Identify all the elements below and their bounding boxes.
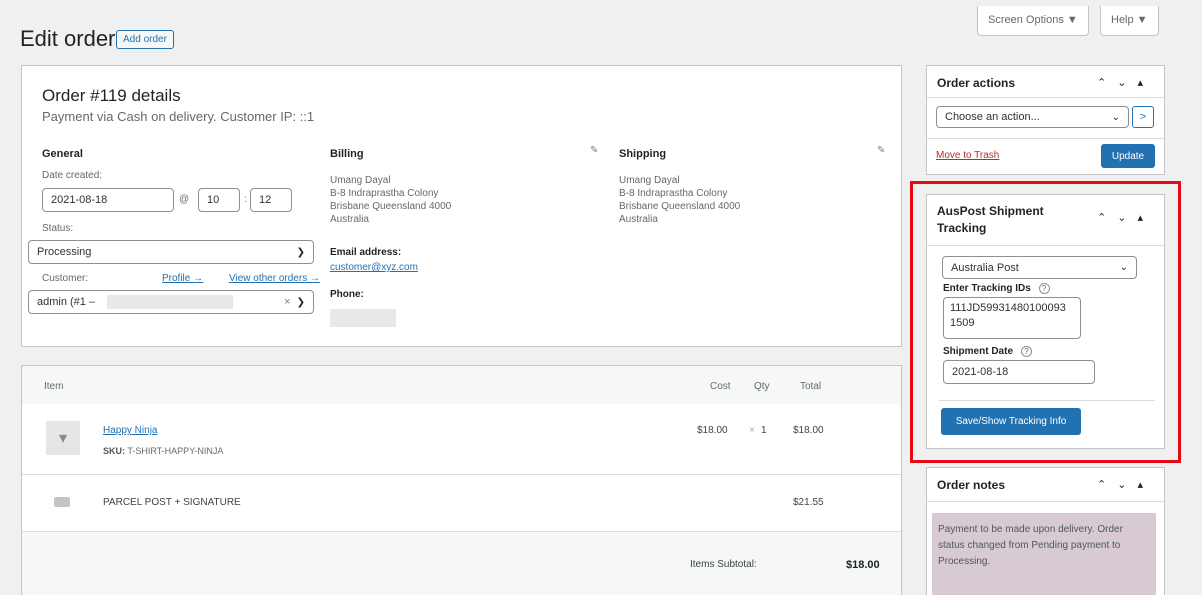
order-items-panel: Item Cost Qty Total ▾ Happy Ninja SKU: T…: [21, 365, 902, 595]
date-created-input[interactable]: 2021-08-18: [42, 188, 174, 212]
update-button[interactable]: Update: [1101, 144, 1155, 168]
carrier-select[interactable]: Australia Post ⌄: [942, 256, 1137, 279]
move-to-trash-link[interactable]: Move to Trash: [936, 150, 999, 161]
product-qty: 1: [761, 425, 767, 436]
order-actions-title: Order actions: [937, 76, 1016, 90]
hour-input[interactable]: 10: [198, 188, 240, 212]
col-cost: Cost: [710, 381, 731, 392]
auspost-title: AusPost Shipment Tracking: [937, 204, 1044, 235]
auspost-tracking-box: AusPost Shipment Tracking ⌃ ⌄ ▴ Australi…: [926, 194, 1165, 449]
redacted-block: [107, 295, 234, 309]
add-order-button[interactable]: Add order: [116, 30, 174, 49]
tshirt-icon: ▾: [46, 421, 80, 455]
billing-heading: Billing: [330, 148, 364, 160]
save-tracking-button[interactable]: Save/Show Tracking Info: [941, 408, 1081, 435]
customer-select[interactable]: admin (#1 – × ❯: [28, 290, 314, 314]
shipment-date-label: Shipment Date ?: [943, 346, 1032, 357]
shipping-total: $21.55: [793, 497, 824, 508]
sku-value: T-SHIRT-HAPPY-NINJA: [127, 446, 224, 456]
shipping-name: Umang Dayal: [619, 175, 680, 186]
page-title: Edit order: [20, 26, 116, 51]
order-note: Payment to be made upon delivery. Order …: [932, 513, 1156, 595]
sku-label: SKU:: [103, 446, 125, 456]
help-icon[interactable]: ?: [1020, 346, 1032, 357]
col-qty: Qty: [754, 381, 770, 392]
divider: [939, 400, 1155, 401]
tracking-ids-label: Enter Tracking IDs ?: [943, 283, 1050, 294]
email-label: Email address:: [330, 247, 402, 258]
redacted-phone: [330, 309, 396, 327]
minute-input[interactable]: 12: [250, 188, 292, 212]
phone-label: Phone:: [330, 289, 364, 300]
status-select[interactable]: Processing ❯: [28, 240, 314, 264]
order-action-select[interactable]: Choose an action... ⌄: [936, 106, 1129, 128]
carrier-value: Australia Post: [951, 261, 1019, 274]
order-action-value: Choose an action...: [945, 111, 1040, 123]
at-symbol: @: [179, 194, 190, 205]
col-total: Total: [800, 381, 822, 392]
customer-value: admin (#1 –: [37, 296, 96, 308]
shipping-country: Australia: [619, 214, 658, 225]
chevron-down-icon: ⌄: [1119, 262, 1128, 273]
box-controls-icon[interactable]: ⌃ ⌄ ▴: [1097, 76, 1147, 89]
profile-link[interactable]: Profile →: [162, 273, 203, 284]
chevron-down-icon: ❯: [296, 246, 305, 258]
shipment-date-label-text: Shipment Date: [943, 346, 1014, 357]
edit-billing-pencil-icon[interactable]: ✎: [590, 145, 598, 156]
shipping-line2: Brisbane Queensland 4000: [619, 201, 741, 212]
tracking-ids-label-text: Enter Tracking IDs: [943, 283, 1031, 294]
order-details-panel: Order #119 details Payment via Cash on d…: [21, 65, 902, 347]
divider: [927, 97, 1164, 98]
tracking-ids-textarea[interactable]: 111JD59931480100093 1509: [943, 297, 1081, 339]
shipping-line1: B-8 Indraprastha Colony: [619, 188, 728, 199]
colon: :: [244, 194, 247, 205]
status-label: Status:: [42, 223, 74, 234]
items-subtotal-value: $18.00: [846, 559, 880, 571]
date-created-label: Date created:: [42, 170, 103, 181]
apply-action-button[interactable]: >: [1132, 106, 1154, 128]
divider: [927, 138, 1164, 139]
order-subheading: Payment via Cash on delivery. Customer I…: [42, 109, 315, 124]
items-subtotal-label: Items Subtotal:: [690, 559, 757, 570]
billing-line2: Brisbane Queensland 4000: [330, 201, 452, 212]
divider: [22, 531, 901, 532]
customer-label: Customer:: [42, 273, 89, 284]
product-cost: $18.00: [697, 425, 728, 436]
chevron-down-icon: ⌄: [1111, 111, 1120, 123]
shipping-method: PARCEL POST + SIGNATURE: [103, 497, 241, 508]
order-notes-title: Order notes: [937, 478, 1006, 492]
clear-icon[interactable]: ×: [284, 296, 290, 308]
qty-times: ×: [749, 425, 755, 436]
table-row: ▾ Happy Ninja SKU: T-SHIRT-HAPPY-NINJA $…: [22, 404, 901, 474]
shipment-date-input[interactable]: 2021-08-18: [943, 360, 1095, 384]
chevron-down-icon: ❯: [296, 296, 305, 308]
billing-country: Australia: [330, 214, 369, 225]
billing-line1: B-8 Indraprastha Colony: [330, 188, 439, 199]
help-button[interactable]: Help ▼: [1100, 6, 1159, 36]
product-link[interactable]: Happy Ninja: [103, 425, 157, 436]
order-heading: Order #119 details: [42, 86, 181, 105]
col-item: Item: [44, 381, 64, 392]
product-total: $18.00: [793, 425, 824, 436]
shipping-heading: Shipping: [619, 148, 667, 160]
screen-options-button[interactable]: Screen Options ▼: [977, 6, 1089, 36]
truck-icon: [54, 497, 70, 507]
table-row: PARCEL POST + SIGNATURE $21.55: [22, 475, 901, 531]
email-link[interactable]: customer@xyz.com: [330, 262, 418, 273]
box-controls-icon[interactable]: ⌃ ⌄ ▴: [1097, 211, 1147, 224]
general-heading: General: [42, 148, 83, 160]
order-actions-box: Order actions ⌃ ⌄ ▴ Choose an action... …: [926, 65, 1165, 175]
divider: [927, 501, 1164, 502]
billing-name: Umang Dayal: [330, 175, 391, 186]
box-controls-icon[interactable]: ⌃ ⌄ ▴: [1097, 478, 1147, 491]
divider: [927, 245, 1164, 246]
help-icon[interactable]: ?: [1038, 283, 1050, 294]
status-value: Processing: [37, 246, 92, 258]
view-other-orders-link[interactable]: View other orders →: [229, 273, 320, 284]
edit-shipping-pencil-icon[interactable]: ✎: [877, 145, 885, 156]
order-notes-box: Order notes ⌃ ⌄ ▴ Payment to be made upo…: [926, 467, 1165, 595]
